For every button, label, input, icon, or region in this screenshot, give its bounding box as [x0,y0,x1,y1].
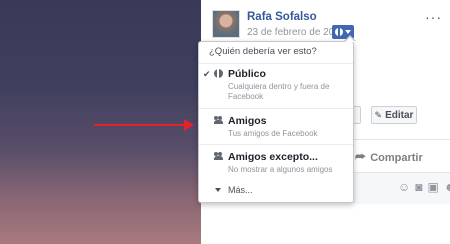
share-icon: ⮫ [355,150,367,164]
option-title: Público [228,68,266,80]
divider [199,144,353,145]
option-description: No mostrar a algunos amigos [228,165,333,174]
more-options-icon[interactable]: ··· [425,10,442,24]
post-photo[interactable] [0,0,201,244]
sticker-icon[interactable]: ☻ [444,181,450,193]
privacy-option-publico[interactable]: ✔ Público Cualquiera dentro y fuera de F… [199,68,353,108]
annotation-arrowhead [184,119,194,131]
option-description: Tus amigos de Facebook [228,129,318,138]
divider [353,139,450,140]
camera-icon[interactable]: ◙ [415,181,422,193]
checkmark-icon: ✔ [203,69,211,79]
divider [199,108,353,109]
dropdown-header: ¿Quién debería ver esto? [209,46,317,57]
privacy-option-amigos-excepto[interactable]: Amigos excepto... No mostrar a algunos a… [199,151,353,179]
chevron-down-icon [215,188,221,192]
share-label: Compartir [370,151,423,164]
gif-icon[interactable]: ▣ [428,181,439,193]
option-title: Amigos [228,115,267,127]
annotation-arrow [94,124,186,126]
share-button[interactable]: ⮫ Compartir [355,150,423,165]
divider [199,63,353,64]
globe-icon [335,28,343,36]
emoji-icon[interactable]: ☺ [398,181,410,193]
comment-tools: ☺ ◙ ▣ ☻ [398,181,450,193]
globe-icon [214,69,223,80]
dropdown-pointer-fill [345,37,355,42]
option-description: Cualquiera dentro y fuera de Facebook [228,82,330,101]
people-icon [214,152,224,162]
post-action-button[interactable] [353,106,361,124]
privacy-option-amigos[interactable]: Amigos Tus amigos de Facebook [199,115,353,143]
privacy-dropdown: ¿Quién debería ver esto? ✔ Público Cualq… [198,41,354,203]
edit-button-label: Editar [385,109,414,121]
edit-button[interactable]: ✎ Editar [371,106,417,124]
post-date[interactable]: 23 de febrero de 2015 [247,27,345,38]
pencil-icon: ✎ [374,109,383,120]
more-label: Más... [228,185,253,195]
option-title: Amigos excepto... [228,151,318,163]
author-avatar[interactable] [212,10,240,38]
chevron-down-icon [345,30,351,34]
author-name[interactable]: Rafa Sofalso [247,11,317,23]
people-icon [214,116,224,126]
